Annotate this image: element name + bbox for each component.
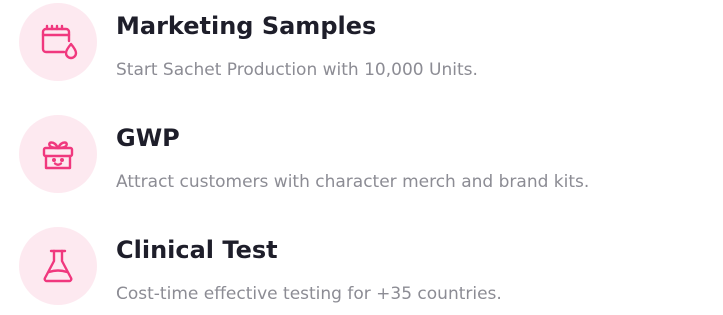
flask-icon [19, 227, 97, 305]
feature-item-gwp: GWP Attract customers with character mer… [0, 112, 723, 202]
feature-list: Marketing Samples Start Sachet Productio… [0, 0, 723, 315]
feature-description: Cost-time effective testing for +35 coun… [116, 284, 502, 304]
feature-title: GWP [116, 124, 180, 152]
sachet-icon [19, 3, 97, 81]
gift-icon [19, 115, 97, 193]
feature-item-clinical-test: Clinical Test Cost-time effective testin… [0, 224, 723, 314]
feature-item-marketing-samples: Marketing Samples Start Sachet Productio… [0, 0, 723, 90]
feature-title: Clinical Test [116, 236, 278, 264]
feature-title: Marketing Samples [116, 12, 377, 40]
feature-description: Start Sachet Production with 10,000 Unit… [116, 60, 478, 80]
feature-description: Attract customers with character merch a… [116, 172, 590, 192]
